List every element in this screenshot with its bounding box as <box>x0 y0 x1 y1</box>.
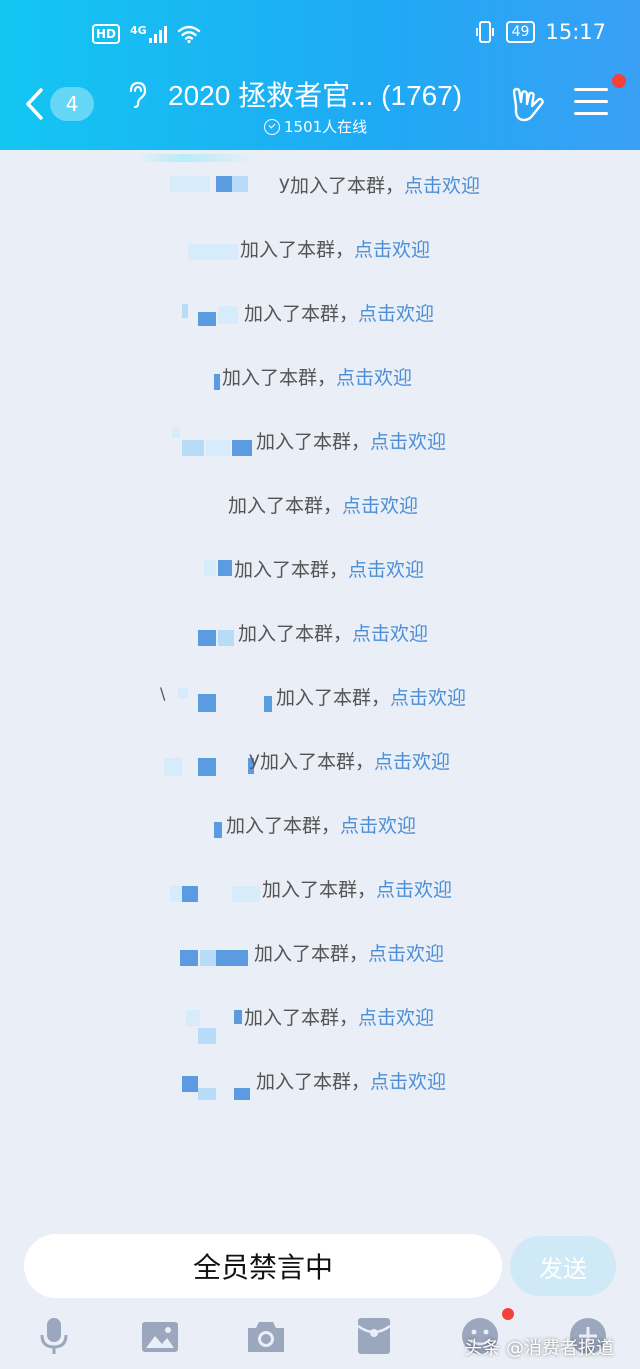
list-item: 加入了本群， 点击欢迎 <box>182 292 434 332</box>
input-row: 全员禁言中 发送 <box>0 1234 640 1298</box>
list-item: 加入了本群， 点击欢迎 <box>170 868 452 908</box>
joined-text: 加入了本群， <box>238 622 353 645</box>
list-item: 加入了本群， 点击欢迎 <box>172 420 446 460</box>
member-name-blurred: y <box>140 172 290 196</box>
notification-dot <box>612 74 626 88</box>
member-name-blurred <box>198 620 238 646</box>
welcome-link[interactable]: 点击欢迎 <box>340 811 416 838</box>
welcome-link[interactable]: 点击欢迎 <box>358 299 434 326</box>
member-name-blurred <box>214 364 222 390</box>
list-item: 加入了本群， 点击欢迎 <box>204 548 424 588</box>
member-name-blurred <box>180 1068 256 1100</box>
list-item: y 加入了本群， 点击欢迎 <box>164 740 450 780</box>
member-name-blurred <box>226 492 228 516</box>
joined-text: 加入了本群， <box>260 750 375 773</box>
scroll-hint <box>136 154 256 162</box>
status-left: HD 4G <box>92 24 201 44</box>
welcome-link[interactable]: 点击欢迎 <box>342 491 418 518</box>
welcome-link[interactable]: 点击欢迎 <box>358 1003 434 1030</box>
list-item: y 加入了本群， 点击欢迎 <box>140 164 480 204</box>
welcome-link[interactable]: 点击欢迎 <box>404 171 480 198</box>
watermark: 头条 @消费者报道 <box>464 1338 614 1359</box>
list-item: 加入了本群， 点击欢迎 <box>180 932 444 972</box>
battery-icon: 49 <box>505 21 536 43</box>
welcome-link[interactable]: 点击欢迎 <box>348 555 424 582</box>
list-item: 加入了本群， 点击欢迎 <box>188 228 430 268</box>
group-title[interactable]: 2020 拯救者官... (1767) <box>168 74 462 114</box>
hand-gesture-icon[interactable] <box>508 84 548 124</box>
joined-text: 加入了本群， <box>226 814 341 837</box>
welcome-link[interactable]: 点击欢迎 <box>352 619 428 646</box>
member-name-blurred <box>182 300 244 326</box>
member-name-blurred: y <box>164 748 260 776</box>
member-name-blurred <box>204 556 234 580</box>
list-item: 加入了本群， 点击欢迎 <box>182 996 434 1044</box>
red-packet-icon[interactable] <box>352 1314 396 1358</box>
send-button[interactable]: 发送 <box>510 1236 616 1296</box>
welcome-link[interactable]: 点击欢迎 <box>368 939 444 966</box>
clock: 15:17 <box>545 20 606 44</box>
member-name-blurred <box>180 940 254 966</box>
status-right: 49 15:17 <box>474 20 606 44</box>
list-item: \ 加入了本群， 点击欢迎 <box>158 676 466 716</box>
member-name-blurred <box>188 236 240 260</box>
joined-text: 加入了本群， <box>262 878 377 901</box>
list-item: 加入了本群， 点击欢迎 <box>214 356 412 396</box>
member-name-blurred <box>170 876 262 902</box>
joined-text: 加入了本群， <box>254 942 369 965</box>
joined-text: 加入了本群， <box>228 494 343 517</box>
online-count: 1501人在线 <box>284 118 368 136</box>
joined-text: 加入了本群， <box>240 238 355 261</box>
camera-icon[interactable] <box>244 1314 288 1358</box>
member-name-blurred: \ <box>158 684 276 712</box>
welcome-link[interactable]: 点击欢迎 <box>370 1067 446 1094</box>
member-name-blurred <box>182 1004 244 1044</box>
unread-count-badge: 4 <box>50 87 94 121</box>
emoji-notification-dot <box>502 1308 514 1320</box>
welcome-link[interactable]: 点击欢迎 <box>370 427 446 454</box>
network-type: 4G <box>130 24 147 37</box>
signal-icon: 4G <box>130 24 167 43</box>
vibrate-icon <box>475 21 494 43</box>
member-name-blurred <box>214 812 226 838</box>
status-bar: HD 4G 49 15:17 <box>0 18 640 54</box>
welcome-link[interactable]: 点击欢迎 <box>374 747 450 774</box>
welcome-link[interactable]: 点击欢迎 <box>354 235 430 262</box>
joined-text: 加入了本群， <box>290 174 405 197</box>
wifi-icon <box>177 25 200 44</box>
check-circle-icon <box>264 118 280 135</box>
welcome-link[interactable]: 点击欢迎 <box>336 363 412 390</box>
joined-text: 加入了本群， <box>276 686 391 709</box>
joined-text: 加入了本群， <box>244 1006 359 1029</box>
list-item: 加入了本群， 点击欢迎 <box>180 1060 446 1100</box>
menu-icon[interactable] <box>574 88 608 118</box>
image-icon[interactable] <box>138 1314 182 1358</box>
list-item: 加入了本群， 点击欢迎 <box>198 612 428 652</box>
muted-input-field[interactable]: 全员禁言中 <box>24 1234 502 1298</box>
online-status: 1501人在线 <box>264 116 367 137</box>
welcome-link[interactable]: 点击欢迎 <box>376 875 452 902</box>
joined-text: 加入了本群， <box>222 366 337 389</box>
chevron-left-icon <box>26 88 43 120</box>
nav-bar: 4 2020 拯救者官... (1767) 1501人在线 <box>0 70 640 140</box>
joined-text: 加入了本群， <box>256 1070 371 1093</box>
list-item: 加入了本群， 点击欢迎 <box>214 804 416 844</box>
back-button[interactable]: 4 <box>24 84 104 124</box>
joined-text: 加入了本群， <box>234 558 349 581</box>
welcome-link[interactable]: 点击欢迎 <box>390 683 466 710</box>
hd-badge: HD <box>92 24 121 44</box>
joined-text: 加入了本群， <box>256 430 371 453</box>
ear-icon[interactable] <box>126 80 150 110</box>
message-list: y 加入了本群， 点击欢迎 加入了本群， 点击欢迎 加入了本群， 点击欢迎 加入… <box>0 150 640 1230</box>
joined-text: 加入了本群， <box>244 302 359 325</box>
list-item: 加入了本群， 点击欢迎 <box>226 484 418 524</box>
member-name-blurred <box>172 428 256 456</box>
chat-header: HD 4G 49 15:17 4 2020 拯救者官... (1767) 150… <box>0 0 640 150</box>
mic-icon[interactable] <box>32 1314 76 1358</box>
